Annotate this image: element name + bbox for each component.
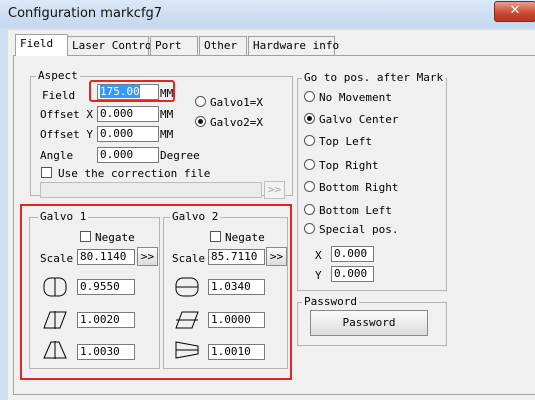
special-x-label: X bbox=[315, 249, 322, 262]
double-chevron-icon: >> bbox=[267, 183, 282, 196]
galvo1-x-label: Galvo1=X bbox=[210, 96, 263, 109]
close-button[interactable]: ✕ bbox=[494, 1, 535, 22]
galvo-highlight bbox=[20, 204, 292, 380]
close-icon[interactable]: ✕ bbox=[510, 3, 521, 18]
galvo2-x-radio[interactable] bbox=[195, 116, 206, 127]
offset-x-input[interactable]: 0.000 bbox=[97, 106, 159, 122]
goto-special-pos-radio[interactable] bbox=[304, 223, 315, 234]
offset-y-label: Offset Y bbox=[40, 128, 93, 141]
goto-top-left-radio[interactable] bbox=[304, 135, 315, 146]
offset-x-unit: MM bbox=[160, 108, 174, 121]
galvo1-x-radio[interactable] bbox=[195, 96, 206, 107]
tab-other[interactable]: Other bbox=[199, 36, 247, 55]
offset-y-input[interactable]: 0.000 bbox=[97, 126, 159, 142]
goto-no-movement-label: No Movement bbox=[319, 91, 392, 104]
tab-port-label: Port bbox=[155, 39, 182, 52]
tab-port[interactable]: Port bbox=[150, 36, 198, 55]
tab-hardware-info-label: Hardware info bbox=[253, 39, 340, 52]
goto-top-right-radio[interactable] bbox=[304, 159, 315, 170]
special-y-input[interactable]: 0.000 bbox=[331, 266, 374, 282]
field-label: Field bbox=[42, 89, 76, 102]
goto-bottom-right-label: Bottom Right bbox=[319, 181, 399, 194]
goto-galvo-center-radio[interactable] bbox=[304, 113, 315, 124]
password-button[interactable]: Password bbox=[310, 310, 428, 336]
tab-laser-control[interactable]: Laser Contro bbox=[67, 36, 152, 55]
goto-galvo-center-label: Galvo Center bbox=[319, 113, 399, 126]
password-legend: Password bbox=[302, 295, 359, 308]
goto-bottom-right-radio[interactable] bbox=[304, 181, 315, 192]
tab-hardware-info[interactable]: Hardware info bbox=[248, 36, 339, 55]
offset-y-unit: MM bbox=[160, 128, 174, 141]
tab-other-label: Other bbox=[204, 39, 238, 52]
goto-position-legend: Go to pos. after Mark bbox=[302, 71, 446, 84]
correction-file-label: Use the correction file bbox=[58, 167, 211, 180]
aspect-legend: Aspect bbox=[36, 69, 80, 82]
galvo2-x-label: Galvo2=X bbox=[210, 116, 263, 129]
angle-label: Angle bbox=[40, 149, 74, 162]
window-title: Configuration markcfg7 bbox=[8, 6, 163, 21]
angle-input[interactable]: 0.000 bbox=[97, 147, 159, 163]
goto-no-movement-radio[interactable] bbox=[304, 91, 315, 102]
goto-top-left-label: Top Left bbox=[319, 135, 372, 148]
configuration-window: Configuration markcfg7 ✕ Field Laser Con… bbox=[0, 0, 535, 400]
tab-field-label: Field bbox=[20, 37, 54, 50]
special-y-label: Y bbox=[315, 269, 322, 282]
correction-file-path bbox=[40, 182, 262, 198]
special-x-input[interactable]: 0.000 bbox=[331, 246, 374, 262]
correction-browse-button[interactable]: >> bbox=[264, 181, 285, 199]
goto-bottom-left-label: Bottom Left bbox=[319, 204, 392, 217]
tab-laser-control-label: Laser Contro bbox=[72, 39, 152, 52]
tab-field[interactable]: Field bbox=[15, 34, 68, 56]
goto-top-right-label: Top Right bbox=[319, 159, 379, 172]
field-highlight bbox=[89, 80, 175, 102]
correction-file-checkbox[interactable] bbox=[41, 167, 52, 178]
goto-special-pos-label: Special pos. bbox=[319, 223, 399, 236]
offset-x-label: Offset X bbox=[40, 108, 93, 121]
angle-unit: Degree bbox=[160, 149, 200, 162]
goto-bottom-left-radio[interactable] bbox=[304, 204, 315, 215]
title-bar: Configuration markcfg7 ✕ bbox=[0, 0, 535, 28]
